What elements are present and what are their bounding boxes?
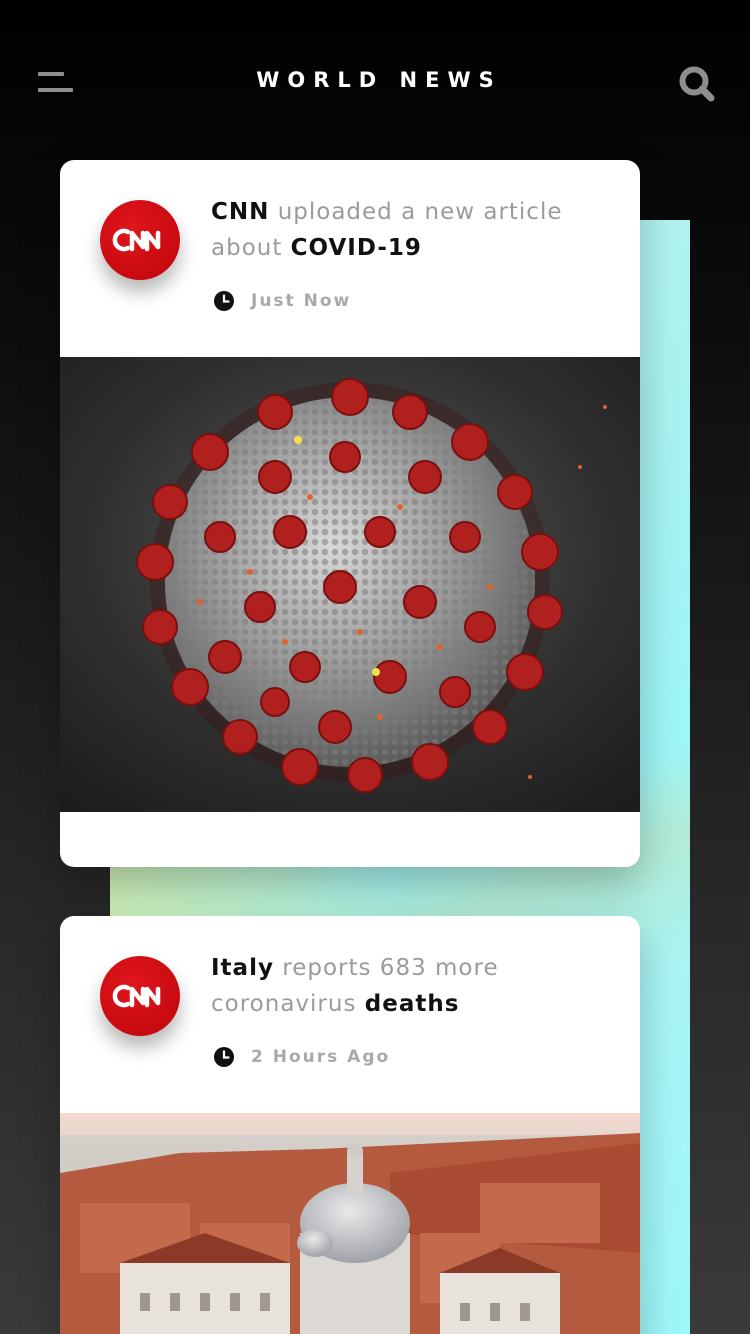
cnn-logo[interactable] [100,956,180,1036]
coronavirus-image[interactable] [60,357,640,812]
cnn-logo-mark [112,984,161,1008]
card-header: CNN uploaded a new article about COVID-1… [60,160,640,357]
cnn-logo-mark [112,228,161,252]
headline[interactable]: CNN uploaded a new article about COVID-1… [211,194,611,266]
clock-icon [214,291,234,311]
timestamp: 2 Hours Ago [251,1047,391,1067]
top-bar: WORLD NEWS [0,0,750,164]
venice-image[interactable] [60,1113,640,1334]
card-header: Italy reports 683 more coronavirus death… [60,916,640,1113]
cnn-logo[interactable] [100,200,180,280]
headline-topic: deaths [364,991,460,1017]
headline-source: CNN [211,199,270,225]
page-title: WORLD NEWS [256,68,502,92]
news-card[interactable]: CNN uploaded a new article about COVID-1… [60,160,640,867]
headline-subject: Italy [211,955,274,981]
headline-topic: COVID-19 [290,235,422,261]
news-card[interactable]: Italy reports 683 more coronavirus death… [60,916,640,1334]
search-button[interactable] [677,64,717,104]
headline[interactable]: Italy reports 683 more coronavirus death… [211,950,611,1022]
timestamp: Just Now [251,291,352,311]
clock-icon [214,1047,234,1067]
search-icon [679,66,715,102]
